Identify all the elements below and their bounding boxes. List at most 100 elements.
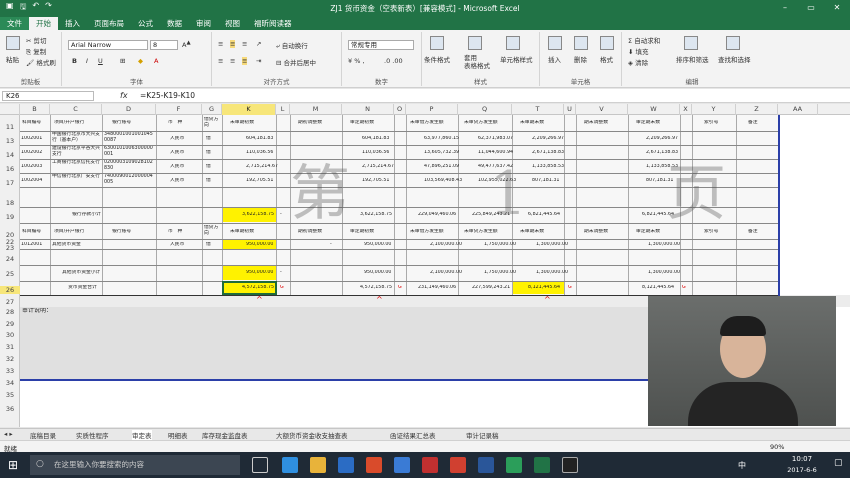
app-icon[interactable] (562, 457, 578, 473)
sheet-tab[interactable]: 大额货币资金收支抽查表 (276, 430, 348, 440)
copy-button[interactable]: ⎘ 复制 (26, 46, 46, 57)
column-header[interactable]: U (564, 104, 576, 115)
row-header[interactable]: 25 (0, 270, 20, 278)
delete-cells-icon[interactable] (574, 36, 588, 52)
wrap-text-button[interactable]: ⤶ 自动换行 (276, 40, 308, 51)
align-center-icon[interactable]: ≡ (230, 57, 235, 65)
format-cells-button[interactable]: 格式 (600, 54, 613, 64)
app-icon[interactable] (366, 457, 382, 473)
windows-start-icon[interactable]: ⊞ (8, 458, 18, 472)
sheet-tab-active[interactable]: 审定表 (132, 430, 152, 440)
paste-icon[interactable] (6, 36, 20, 52)
align-bottom-icon[interactable]: ≡ (242, 40, 247, 48)
column-header[interactable]: V (576, 104, 628, 115)
notification-icon[interactable]: ▢ (834, 458, 843, 468)
sheet-tab[interactable]: 实质性程序 (76, 430, 109, 440)
fx-icon[interactable]: fx (120, 91, 128, 100)
sheet-tab[interactable]: 审计记录稿 (466, 430, 499, 440)
align-top-icon[interactable]: ≡ (218, 40, 223, 48)
autosum-button[interactable]: Σ 自动求和 (628, 35, 660, 45)
clear-button[interactable]: ◈ 清除 (628, 57, 648, 67)
app-icon[interactable] (506, 457, 522, 473)
row-header[interactable]: 30 (0, 331, 20, 339)
format-table-button[interactable]: 套用 表格格式 (464, 54, 490, 70)
paste-button[interactable]: 粘贴 (6, 54, 19, 64)
task-view-icon[interactable] (252, 457, 268, 473)
column-header[interactable]: T (512, 104, 564, 115)
minimize-button[interactable]: – (772, 0, 798, 16)
clock-date[interactable]: 2017-6-6 (776, 466, 828, 474)
currency-icon[interactable]: ¥ % , (348, 57, 365, 65)
row-header[interactable]: 11 (0, 123, 20, 131)
zoom-level[interactable]: 90% (770, 443, 784, 451)
column-header-selected[interactable]: K (222, 104, 276, 115)
find-select-icon[interactable] (726, 36, 740, 52)
column-header[interactable]: D (102, 104, 156, 115)
sheet-tab[interactable]: 明细表 (168, 430, 188, 440)
font-color-icon[interactable]: A (154, 57, 158, 65)
row-header[interactable]: 16 (0, 165, 20, 173)
format-cells-icon[interactable] (600, 36, 614, 52)
cell-styles-icon[interactable] (506, 36, 520, 52)
column-header[interactable]: B (20, 104, 50, 115)
row-header[interactable]: 28 (0, 308, 20, 316)
insert-cells-icon[interactable] (548, 36, 562, 52)
row-header[interactable]: 35 (0, 391, 20, 399)
column-header[interactable]: X (680, 104, 692, 115)
grow-font-icon[interactable]: A▲ (182, 40, 191, 49)
row-header[interactable]: 23 (0, 244, 20, 252)
row-header[interactable]: 27 (0, 298, 20, 306)
row-header[interactable]: 19 (0, 213, 20, 221)
column-header[interactable]: O (394, 104, 406, 115)
conditional-format-button[interactable]: 条件格式 (424, 54, 450, 64)
select-all-corner[interactable] (0, 104, 20, 115)
insert-cells-button[interactable]: 插入 (548, 54, 561, 64)
name-box[interactable]: K26 (2, 91, 94, 101)
border-icon[interactable]: ⊞ (120, 57, 125, 65)
sheet-tab[interactable]: 底稿目录 (30, 430, 56, 440)
column-header[interactable]: Z (736, 104, 778, 115)
align-right-icon[interactable]: ≡ (242, 57, 248, 65)
file-explorer-icon[interactable] (310, 457, 326, 473)
sheet-tab[interactable]: 函证结果汇总表 (390, 430, 436, 440)
row-header[interactable]: 31 (0, 343, 20, 351)
word-icon[interactable] (478, 457, 494, 473)
underline-icon[interactable]: U (98, 57, 103, 65)
column-header[interactable]: AA (778, 104, 818, 115)
row-header[interactable]: 29 (0, 320, 20, 328)
cut-button[interactable]: ✂ 剪切 (26, 35, 47, 45)
column-header[interactable]: M (290, 104, 342, 115)
align-middle-icon[interactable]: ≡ (230, 40, 236, 48)
delete-cells-button[interactable]: 删除 (574, 54, 587, 64)
column-header[interactable]: W (628, 104, 680, 115)
row-header[interactable]: 13 (0, 137, 20, 145)
clock-time[interactable]: 10:07 (782, 455, 822, 463)
column-header[interactable]: P (406, 104, 458, 115)
format-table-icon[interactable] (468, 36, 482, 52)
row-header[interactable]: 33 (0, 367, 20, 375)
find-select-button[interactable]: 查找和选择 (718, 54, 751, 64)
sort-filter-button[interactable]: 排序和筛选 (676, 54, 709, 64)
row-header[interactable]: 17 (0, 179, 20, 187)
powerpoint-icon[interactable] (450, 457, 466, 473)
sheet-tab[interactable]: 库存现金监盘表 (202, 430, 248, 440)
sheet-nav-icon[interactable]: ◂ ▸ (4, 430, 13, 438)
row-header[interactable]: 34 (0, 379, 20, 387)
ime-indicator[interactable]: 中 (738, 460, 746, 471)
restore-button[interactable]: ▭ (798, 0, 824, 16)
bold-icon[interactable]: B (72, 57, 77, 65)
orientation-icon[interactable]: ↗ (256, 40, 261, 48)
row-header[interactable]: 32 (0, 355, 20, 363)
sort-filter-icon[interactable] (684, 36, 698, 52)
column-header[interactable]: L (276, 104, 290, 115)
app-icon[interactable] (422, 457, 438, 473)
fill-color-icon[interactable]: ◆ (138, 57, 143, 65)
store-icon[interactable] (338, 457, 354, 473)
format-painter-button[interactable]: 🖌 格式刷 (26, 57, 56, 67)
formula-input[interactable]: =K25-K19-K10 (140, 91, 195, 100)
close-button[interactable]: ✕ (824, 0, 850, 16)
conditional-format-icon[interactable] (430, 36, 444, 52)
fill-button[interactable]: ⬇ 填充 (628, 46, 649, 56)
indent-icon[interactable]: ⇥ (256, 57, 261, 65)
tab-insert[interactable]: 插入 (58, 17, 87, 30)
